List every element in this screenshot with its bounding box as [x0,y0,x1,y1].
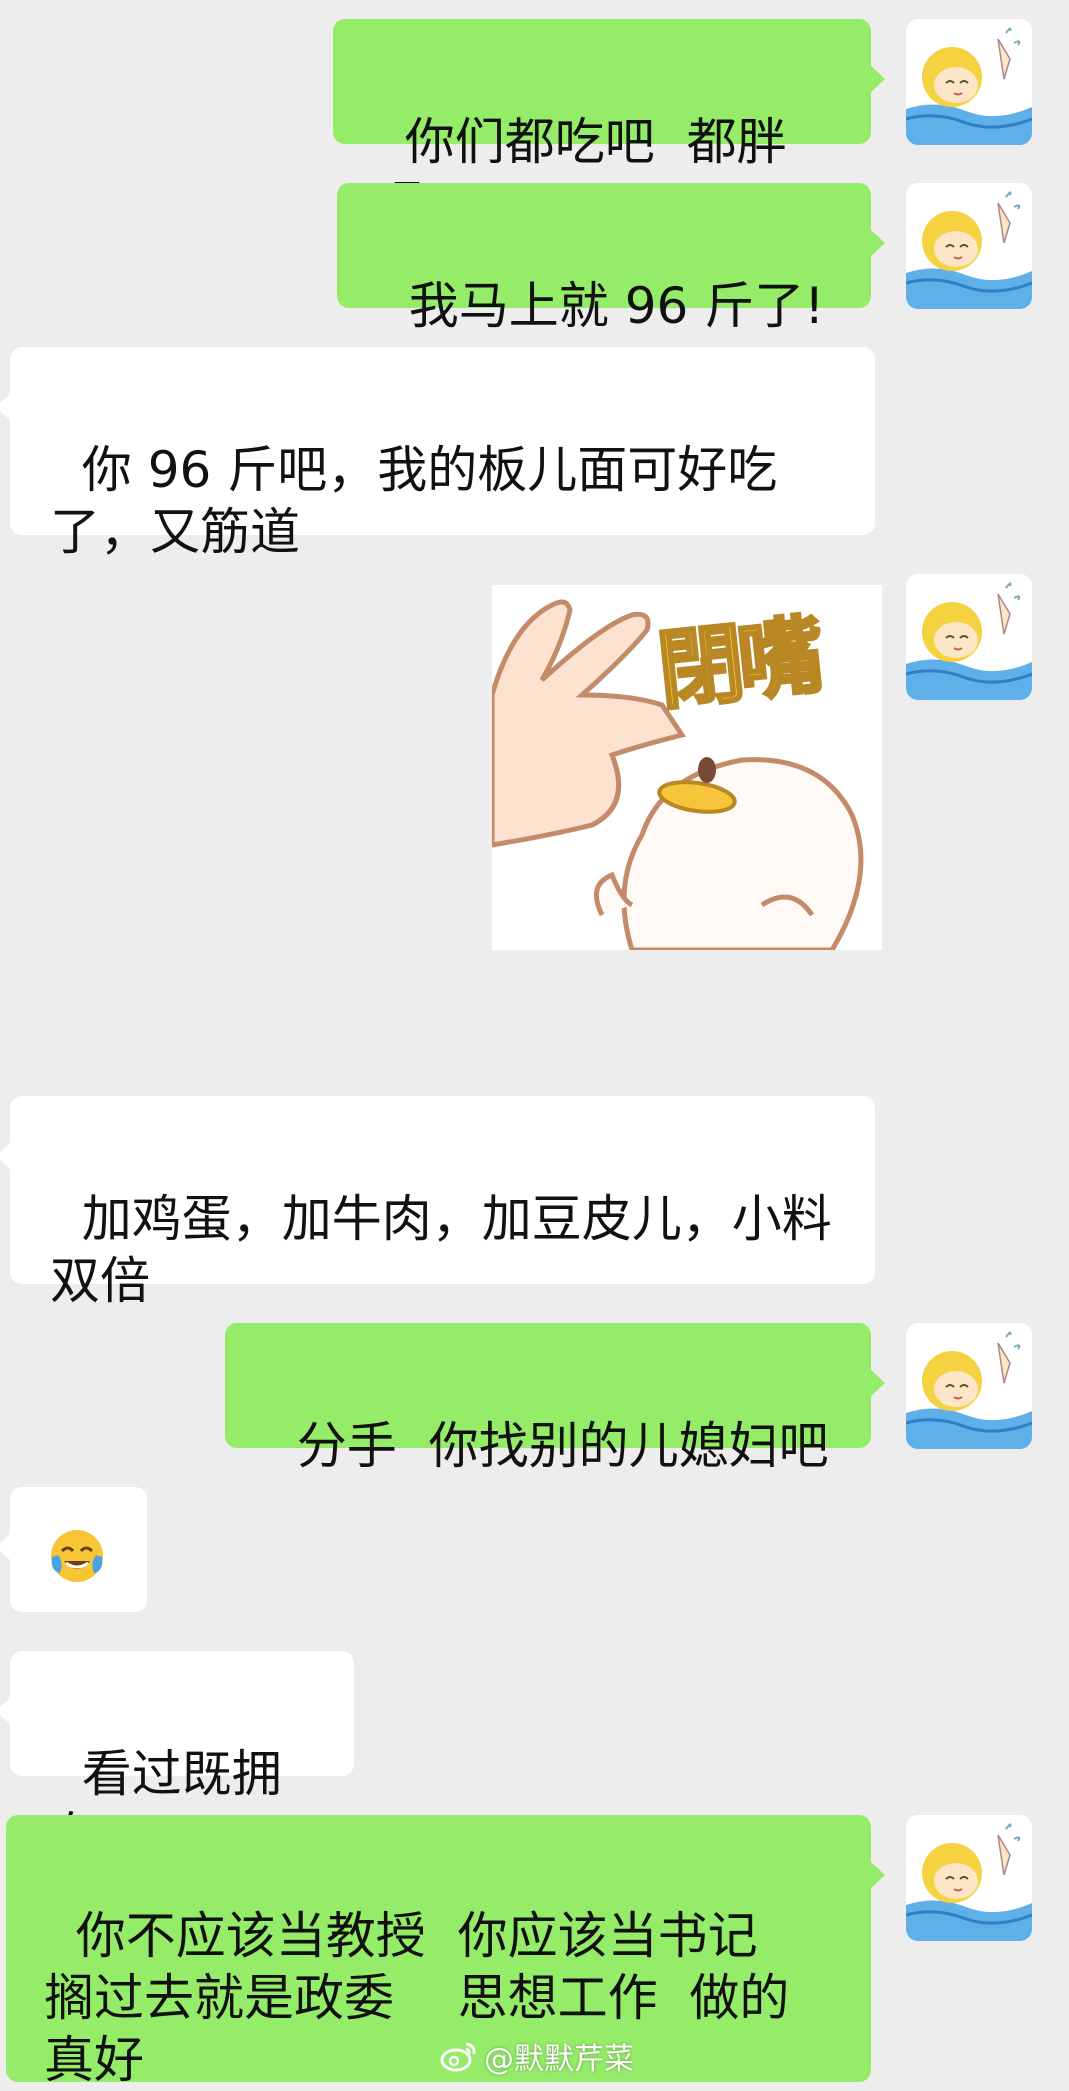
avatar-image-icon [906,183,1032,309]
my-message-bubble[interactable]: 分手 你找别的儿媳妇吧 [225,1323,885,1475]
my-avatar[interactable] [906,574,1032,700]
my-avatar[interactable] [906,183,1032,309]
message-text: 加鸡蛋，加牛肉，加豆皮儿，小料双倍 [50,1190,832,1310]
avatar-image-icon [906,574,1032,700]
other-message-bubble[interactable]: 看过既拥有 [0,1651,354,1865]
my-avatar[interactable] [906,19,1032,145]
message-text: 我马上就 96 斤了! [408,277,825,335]
avatar-image-icon [906,1815,1032,1941]
avatar-image-icon [906,19,1032,145]
other-message-bubble[interactable]: 你 96 斤吧，我的板儿面可好吃了，又筋道 [0,347,875,561]
my-message-bubble[interactable]: 你们都吃吧 都胖吧 [333,19,885,233]
face-with-tears-of-joy-emoji [51,1530,103,1582]
other-message-bubble[interactable]: 加鸡蛋，加牛肉，加豆皮儿，小料双倍 [0,1096,875,1310]
my-message-bubble[interactable]: 你不应该当教授 你应该当书记 搁过去就是政委 思想工作 做的真好 [6,1815,885,2089]
my-avatar[interactable] [906,1815,1032,1941]
weibo-icon [440,2042,476,2072]
avatar-image-icon [906,1323,1032,1449]
message-text: 分手 你找别的儿媳妇吧 [296,1417,829,1475]
watermark-text: @默默芹菜 [484,2042,634,2077]
message-text: 你不应该当教授 你应该当书记 搁过去就是政委 思想工作 做的真好 [44,1907,790,2089]
my-message-bubble[interactable]: 我马上就 96 斤了! [337,183,885,335]
close-mouth-sticker[interactable]: 閉嘴 [492,585,882,950]
message-text: 你 96 斤吧，我的板儿面可好吃了，又筋道 [50,441,778,561]
my-avatar[interactable] [906,1323,1032,1449]
weibo-watermark: @默默芹菜 [440,2036,634,2077]
sticker-caption: 閉嘴 [652,604,825,723]
